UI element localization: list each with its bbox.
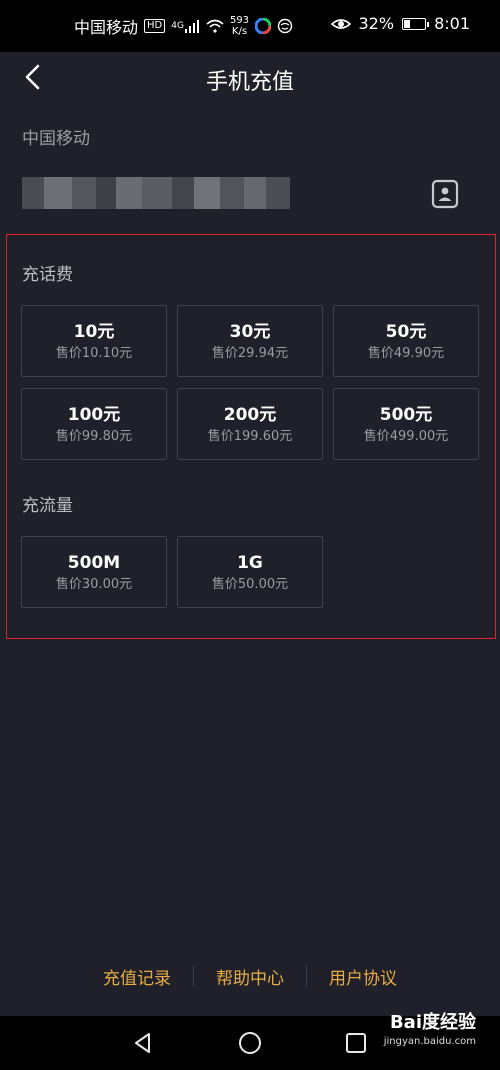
nav-home-icon[interactable] <box>235 1028 265 1058</box>
option-amount: 500M <box>67 552 121 573</box>
status-bar: 中国移动 HD 4G 593 K/s 32% 8:01 <box>0 0 500 52</box>
option-amount: 200元 <box>223 404 277 425</box>
hd-badge: HD <box>144 19 166 33</box>
call-credit-option[interactable]: 100元 售价99.80元 <box>21 388 167 460</box>
nav-recents-icon[interactable] <box>341 1028 371 1058</box>
network-speed-unit: K/s <box>231 26 248 37</box>
nav-back-icon[interactable] <box>128 1028 158 1058</box>
battery-percent: 32% <box>358 14 395 33</box>
user-agreement-link[interactable]: 用户协议 <box>307 964 419 989</box>
contact-book-icon[interactable] <box>430 179 460 209</box>
option-price: 售价50.00元 <box>211 576 289 592</box>
message-notification-icon <box>277 18 293 34</box>
status-left: 中国移动 HD 4G 593 K/s <box>74 14 293 38</box>
battery-fill <box>404 19 411 28</box>
carrier-label: 中国移动 <box>22 129 90 149</box>
call-credit-option[interactable]: 200元 售价199.60元 <box>177 388 323 460</box>
option-price: 售价30.00元 <box>55 576 133 592</box>
baidu-watermark: Bai度经验 jingyan.baidu.com <box>384 1008 476 1047</box>
option-amount: 1G <box>237 552 263 573</box>
eye-comfort-icon <box>330 17 351 31</box>
data-plan-option[interactable]: 1G 售价50.00元 <box>177 536 323 608</box>
help-center-link[interactable]: 帮助中心 <box>194 964 306 989</box>
option-price: 售价499.00元 <box>363 428 449 444</box>
phone-number-input[interactable] <box>22 177 290 209</box>
watermark-url: jingyan.baidu.com <box>383 1036 476 1047</box>
option-price: 售价10.10元 <box>55 345 133 361</box>
page-header: 手机充值 <box>0 52 500 102</box>
page-title: 手机充值 <box>205 70 294 95</box>
option-price: 售价29.94元 <box>211 345 289 361</box>
data-plan-title: 充流量 <box>22 496 73 516</box>
network-speed: 593 K/s <box>230 15 249 37</box>
footer-links: 充值记录 帮助中心 用户协议 <box>0 958 500 994</box>
call-credit-option[interactable]: 30元 售价29.94元 <box>177 305 323 377</box>
status-carrier: 中国移动 <box>74 18 139 37</box>
option-amount: 10元 <box>73 321 115 342</box>
network-speed-value: 593 <box>229 15 250 26</box>
option-amount: 100元 <box>67 404 121 425</box>
app-notification-icon <box>255 18 272 34</box>
call-credit-option[interactable]: 500元 售价499.00元 <box>333 388 479 460</box>
watermark-logo: Bai度经验 <box>390 1008 476 1034</box>
option-price: 售价49.90元 <box>367 345 445 361</box>
recharge-history-link[interactable]: 充值记录 <box>81 964 193 989</box>
battery-icon <box>402 17 430 30</box>
clock-time: 8:01 <box>434 14 470 33</box>
option-amount: 500元 <box>379 404 433 425</box>
call-credit-title: 充话费 <box>22 265 73 285</box>
wifi-icon <box>206 19 224 33</box>
option-price: 售价199.60元 <box>207 428 293 444</box>
call-credit-option[interactable]: 10元 售价10.10元 <box>21 305 167 377</box>
watermark-brand: Bai度经验 <box>389 1012 476 1033</box>
network-type-label: 4G <box>171 21 184 31</box>
call-credit-option[interactable]: 50元 售价49.90元 <box>333 305 479 377</box>
option-price: 售价99.80元 <box>55 428 133 444</box>
signal-icon: 4G <box>171 19 200 33</box>
status-right: 32% 8:01 <box>330 14 470 33</box>
option-amount: 50元 <box>385 321 427 342</box>
data-plan-option[interactable]: 500M 售价30.00元 <box>21 536 167 608</box>
option-amount: 30元 <box>229 321 271 342</box>
